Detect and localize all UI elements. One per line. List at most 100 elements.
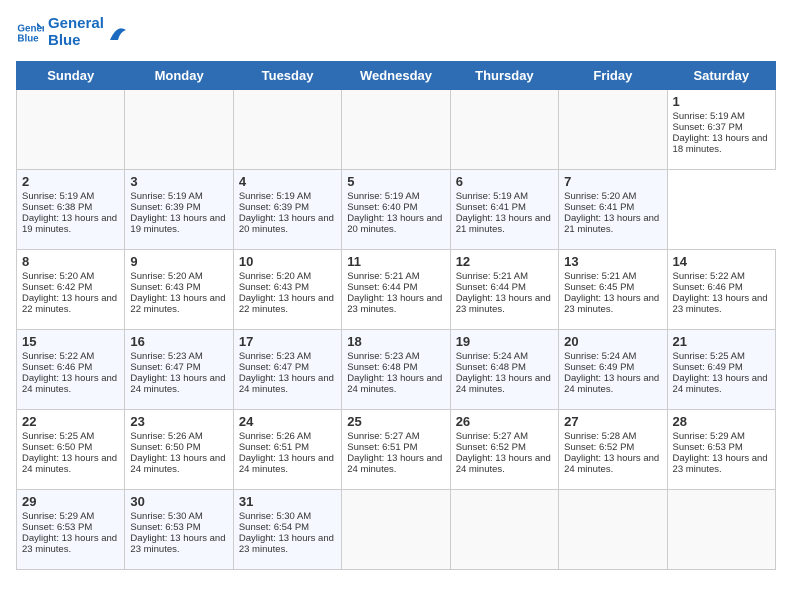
cell-0-0 bbox=[17, 90, 125, 170]
day-number: 1 bbox=[673, 94, 770, 109]
daylight-label: Daylight: 13 hours and 23 minutes. bbox=[673, 453, 768, 475]
day-number: 26 bbox=[456, 414, 553, 429]
day-number: 21 bbox=[673, 334, 770, 349]
day-number: 4 bbox=[239, 174, 336, 189]
cell-2-1: 9 Sunrise: 5:20 AM Sunset: 6:43 PM Dayli… bbox=[125, 250, 233, 330]
sunset-label: Sunset: 6:49 PM bbox=[564, 362, 634, 373]
sunset-label: Sunset: 6:50 PM bbox=[22, 442, 92, 453]
sunset-label: Sunset: 6:46 PM bbox=[673, 282, 743, 293]
sunset-label: Sunset: 6:53 PM bbox=[22, 522, 92, 533]
cell-4-1: 23 Sunrise: 5:26 AM Sunset: 6:50 PM Dayl… bbox=[125, 410, 233, 490]
day-number: 11 bbox=[347, 254, 444, 269]
daylight-label: Daylight: 13 hours and 24 minutes. bbox=[673, 373, 768, 395]
sunset-label: Sunset: 6:39 PM bbox=[239, 202, 309, 213]
calendar-header-row: SundayMondayTuesdayWednesdayThursdayFrid… bbox=[17, 62, 776, 90]
day-number: 17 bbox=[239, 334, 336, 349]
daylight-label: Daylight: 13 hours and 24 minutes. bbox=[564, 453, 659, 475]
sunset-label: Sunset: 6:48 PM bbox=[456, 362, 526, 373]
sunrise-label: Sunrise: 5:19 AM bbox=[130, 191, 202, 202]
sunset-label: Sunset: 6:51 PM bbox=[347, 442, 417, 453]
daylight-label: Daylight: 13 hours and 22 minutes. bbox=[239, 293, 334, 315]
sunrise-label: Sunrise: 5:25 AM bbox=[673, 351, 745, 362]
logo-icon: General Blue bbox=[16, 19, 44, 47]
daylight-label: Daylight: 13 hours and 22 minutes. bbox=[130, 293, 225, 315]
cell-3-2: 17 Sunrise: 5:23 AM Sunset: 6:47 PM Dayl… bbox=[233, 330, 341, 410]
daylight-label: Daylight: 13 hours and 21 minutes. bbox=[564, 213, 659, 235]
sunset-label: Sunset: 6:48 PM bbox=[347, 362, 417, 373]
sunset-label: Sunset: 6:47 PM bbox=[130, 362, 200, 373]
sunrise-label: Sunrise: 5:28 AM bbox=[564, 431, 636, 442]
cell-1-1: 3 Sunrise: 5:19 AM Sunset: 6:39 PM Dayli… bbox=[125, 170, 233, 250]
daylight-label: Daylight: 13 hours and 23 minutes. bbox=[130, 533, 225, 555]
sunset-label: Sunset: 6:54 PM bbox=[239, 522, 309, 533]
header-tuesday: Tuesday bbox=[233, 62, 341, 90]
daylight-label: Daylight: 13 hours and 24 minutes. bbox=[456, 373, 551, 395]
day-number: 5 bbox=[347, 174, 444, 189]
cell-3-1: 16 Sunrise: 5:23 AM Sunset: 6:47 PM Dayl… bbox=[125, 330, 233, 410]
daylight-label: Daylight: 13 hours and 23 minutes. bbox=[456, 293, 551, 315]
cell-0-5 bbox=[559, 90, 667, 170]
day-number: 20 bbox=[564, 334, 661, 349]
cell-0-3 bbox=[342, 90, 450, 170]
sunrise-label: Sunrise: 5:22 AM bbox=[673, 271, 745, 282]
day-number: 7 bbox=[564, 174, 661, 189]
sunrise-label: Sunrise: 5:20 AM bbox=[22, 271, 94, 282]
cell-1-4: 6 Sunrise: 5:19 AM Sunset: 6:41 PM Dayli… bbox=[450, 170, 558, 250]
day-number: 18 bbox=[347, 334, 444, 349]
sunset-label: Sunset: 6:40 PM bbox=[347, 202, 417, 213]
cell-0-2 bbox=[233, 90, 341, 170]
sunrise-label: Sunrise: 5:30 AM bbox=[130, 511, 202, 522]
sunset-label: Sunset: 6:42 PM bbox=[22, 282, 92, 293]
daylight-label: Daylight: 13 hours and 24 minutes. bbox=[347, 453, 442, 475]
daylight-label: Daylight: 13 hours and 24 minutes. bbox=[22, 453, 117, 475]
cell-3-0: 15 Sunrise: 5:22 AM Sunset: 6:46 PM Dayl… bbox=[17, 330, 125, 410]
cell-2-2: 10 Sunrise: 5:20 AM Sunset: 6:43 PM Dayl… bbox=[233, 250, 341, 330]
sunrise-label: Sunrise: 5:30 AM bbox=[239, 511, 311, 522]
sunrise-label: Sunrise: 5:20 AM bbox=[239, 271, 311, 282]
header-friday: Friday bbox=[559, 62, 667, 90]
logo: General Blue General Blue bbox=[16, 16, 126, 49]
cell-2-0: 8 Sunrise: 5:20 AM Sunset: 6:42 PM Dayli… bbox=[17, 250, 125, 330]
daylight-label: Daylight: 13 hours and 24 minutes. bbox=[130, 373, 225, 395]
sunrise-label: Sunrise: 5:21 AM bbox=[456, 271, 528, 282]
sunset-label: Sunset: 6:39 PM bbox=[130, 202, 200, 213]
daylight-label: Daylight: 13 hours and 23 minutes. bbox=[564, 293, 659, 315]
day-number: 8 bbox=[22, 254, 119, 269]
week-row-0: 1 Sunrise: 5:19 AM Sunset: 6:37 PM Dayli… bbox=[17, 90, 776, 170]
sunrise-label: Sunrise: 5:19 AM bbox=[673, 111, 745, 122]
sunset-label: Sunset: 6:53 PM bbox=[130, 522, 200, 533]
day-number: 19 bbox=[456, 334, 553, 349]
sunset-label: Sunset: 6:44 PM bbox=[456, 282, 526, 293]
header-monday: Monday bbox=[125, 62, 233, 90]
sunset-label: Sunset: 6:51 PM bbox=[239, 442, 309, 453]
sunset-label: Sunset: 6:52 PM bbox=[456, 442, 526, 453]
sunset-label: Sunset: 6:43 PM bbox=[130, 282, 200, 293]
day-number: 10 bbox=[239, 254, 336, 269]
cell-2-4: 12 Sunrise: 5:21 AM Sunset: 6:44 PM Dayl… bbox=[450, 250, 558, 330]
sunrise-label: Sunrise: 5:29 AM bbox=[673, 431, 745, 442]
sunrise-label: Sunrise: 5:20 AM bbox=[564, 191, 636, 202]
day-number: 13 bbox=[564, 254, 661, 269]
daylight-label: Daylight: 13 hours and 19 minutes. bbox=[130, 213, 225, 235]
sunset-label: Sunset: 6:49 PM bbox=[673, 362, 743, 373]
sunset-label: Sunset: 6:41 PM bbox=[564, 202, 634, 213]
cell-1-5: 7 Sunrise: 5:20 AM Sunset: 6:41 PM Dayli… bbox=[559, 170, 667, 250]
day-number: 15 bbox=[22, 334, 119, 349]
cell-4-6: 28 Sunrise: 5:29 AM Sunset: 6:53 PM Dayl… bbox=[667, 410, 775, 490]
day-number: 22 bbox=[22, 414, 119, 429]
daylight-label: Daylight: 13 hours and 23 minutes. bbox=[239, 533, 334, 555]
sunset-label: Sunset: 6:45 PM bbox=[564, 282, 634, 293]
daylight-label: Daylight: 13 hours and 20 minutes. bbox=[347, 213, 442, 235]
daylight-label: Daylight: 13 hours and 22 minutes. bbox=[22, 293, 117, 315]
cell-3-6: 21 Sunrise: 5:25 AM Sunset: 6:49 PM Dayl… bbox=[667, 330, 775, 410]
sunrise-label: Sunrise: 5:23 AM bbox=[130, 351, 202, 362]
sunset-label: Sunset: 6:41 PM bbox=[456, 202, 526, 213]
cell-1-3: 5 Sunrise: 5:19 AM Sunset: 6:40 PM Dayli… bbox=[342, 170, 450, 250]
cell-0-4 bbox=[450, 90, 558, 170]
header-thursday: Thursday bbox=[450, 62, 558, 90]
daylight-label: Daylight: 13 hours and 24 minutes. bbox=[130, 453, 225, 475]
daylight-label: Daylight: 13 hours and 24 minutes. bbox=[456, 453, 551, 475]
cell-5-4 bbox=[450, 490, 558, 570]
week-row-5: 29 Sunrise: 5:29 AM Sunset: 6:53 PM Dayl… bbox=[17, 490, 776, 570]
cell-5-1: 30 Sunrise: 5:30 AM Sunset: 6:53 PM Dayl… bbox=[125, 490, 233, 570]
